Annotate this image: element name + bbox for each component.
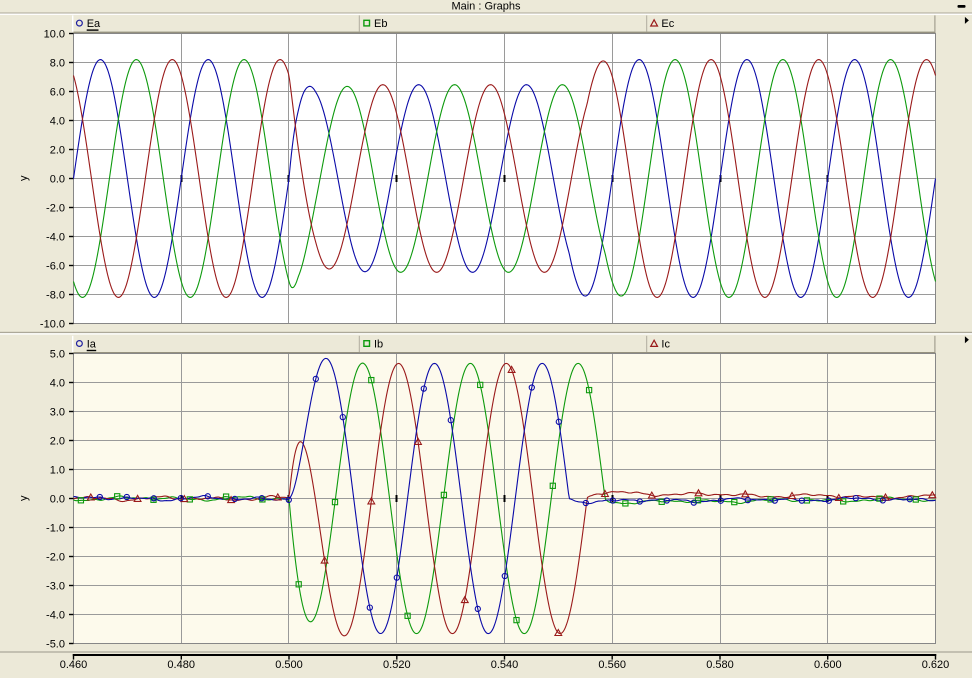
svg-text:6.0: 6.0 — [50, 86, 65, 98]
svg-text:Ia: Ia — [87, 339, 97, 351]
svg-text:-6.0: -6.0 — [46, 260, 65, 272]
svg-text:10.0: 10.0 — [44, 28, 65, 40]
svg-text:0.0: 0.0 — [50, 173, 65, 185]
svg-text:0.520: 0.520 — [383, 659, 411, 671]
svg-text:y: y — [18, 495, 30, 501]
svg-text:4.0: 4.0 — [50, 115, 65, 127]
svg-text:0.620: 0.620 — [922, 659, 950, 671]
svg-text:4.0: 4.0 — [50, 377, 65, 389]
svg-text:-5.0: -5.0 — [46, 638, 65, 650]
svg-text:0.580: 0.580 — [706, 659, 734, 671]
svg-text:Ea: Ea — [87, 18, 101, 30]
svg-text:8.0: 8.0 — [50, 57, 65, 69]
svg-text:-3.0: -3.0 — [46, 580, 65, 592]
svg-text:-1.0: -1.0 — [46, 522, 65, 534]
svg-text:0.0: 0.0 — [50, 493, 65, 505]
svg-text:1.0: 1.0 — [50, 464, 65, 476]
svg-text:y: y — [18, 175, 30, 181]
svg-text:0.560: 0.560 — [598, 659, 626, 671]
svg-text:Eb: Eb — [374, 18, 387, 30]
svg-text:0.600: 0.600 — [814, 659, 842, 671]
svg-text:-2.0: -2.0 — [46, 551, 65, 563]
svg-text:3.0: 3.0 — [50, 406, 65, 418]
svg-text:-4.0: -4.0 — [46, 231, 65, 243]
svg-text:2.0: 2.0 — [50, 435, 65, 447]
svg-text:0.480: 0.480 — [167, 659, 195, 671]
svg-text:0.460: 0.460 — [60, 659, 88, 671]
svg-text:-8.0: -8.0 — [46, 289, 65, 301]
svg-text:0.540: 0.540 — [491, 659, 519, 671]
svg-text:2.0: 2.0 — [50, 144, 65, 156]
svg-text:-4.0: -4.0 — [46, 609, 65, 621]
svg-text:Ic: Ic — [661, 339, 670, 351]
svg-text:Ib: Ib — [374, 339, 383, 351]
svg-text:-2.0: -2.0 — [46, 202, 65, 214]
svg-text:5.0: 5.0 — [50, 348, 65, 360]
svg-text:-10.0: -10.0 — [40, 318, 65, 330]
svg-text:0.500: 0.500 — [275, 659, 303, 671]
svg-text:Main : Graphs: Main : Graphs — [451, 0, 521, 12]
svg-text:Ec: Ec — [661, 18, 674, 30]
